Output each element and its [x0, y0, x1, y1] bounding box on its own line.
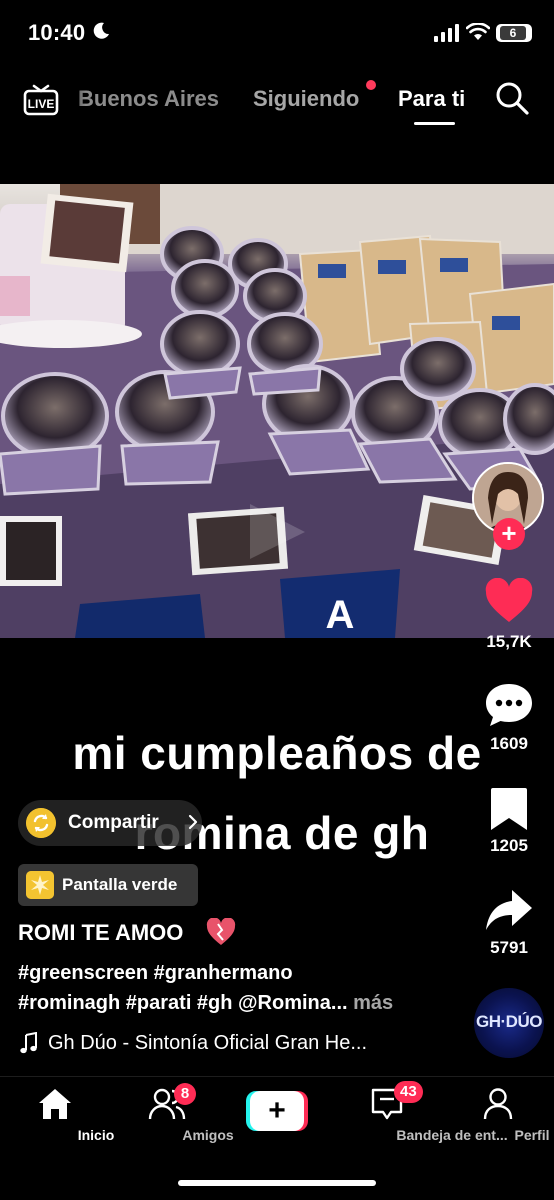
tab-location[interactable]: Buenos Aires	[62, 86, 230, 112]
tab-home[interactable]: Inicio	[14, 1077, 114, 1157]
comment-count: 1609	[490, 734, 528, 753]
bookmark-count: 1205	[490, 836, 528, 855]
create-button[interactable]: +	[246, 1091, 308, 1131]
refresh-share-icon	[26, 808, 56, 838]
heart-emoji-icon	[206, 918, 236, 945]
live-icon[interactable]: LIVE	[22, 80, 60, 118]
profile-icon	[483, 1088, 513, 1120]
video-frame: A	[0, 184, 554, 638]
tab-friends-label: Amigos	[182, 1127, 234, 1143]
tab-inbox[interactable]: 43 Bandeja de ent...	[322, 1077, 508, 1157]
search-icon[interactable]	[494, 80, 530, 116]
share-pill-label: Compartir	[68, 812, 159, 833]
tab-following[interactable]: Siguiendo	[253, 86, 359, 112]
friends-badge: 8	[174, 1083, 196, 1105]
home-indicator	[178, 1180, 376, 1186]
music-disc-label: GH·DÚO	[476, 1012, 542, 1031]
plus-icon: +	[250, 1091, 304, 1131]
hashtags-line-1[interactable]: #greenscreen #granhermano	[18, 962, 293, 985]
signal-icon	[434, 24, 459, 42]
svg-text:A: A	[326, 593, 355, 637]
chevron-right-icon	[188, 814, 198, 830]
svg-text:LIVE: LIVE	[28, 97, 55, 111]
moon-icon	[93, 22, 109, 39]
tab-for-you[interactable]: Para ti	[398, 86, 465, 112]
music-disc[interactable]: GH·DÚO	[474, 988, 544, 1058]
like-icon[interactable]	[484, 578, 534, 624]
battery-icon: 6	[496, 24, 532, 42]
follow-button[interactable]: +	[493, 518, 525, 550]
status-bar: 10:40 6	[0, 0, 554, 66]
music-title[interactable]: Gh Dúo - Sintonía Oficial Gran He...	[48, 1032, 367, 1055]
more-link[interactable]: más	[353, 992, 393, 1014]
video-player[interactable]: A	[0, 184, 554, 638]
inbox-badge: 43	[394, 1081, 423, 1103]
active-tab-indicator	[414, 122, 455, 125]
top-nav: LIVE Buenos Aires Siguiendo Para ti	[0, 70, 554, 130]
following-notification-dot	[366, 80, 376, 90]
like-count: 15,7K	[486, 632, 532, 651]
tab-profile-label: Perfil	[514, 1127, 550, 1143]
status-time: 10:40	[28, 20, 86, 45]
hashtags-text[interactable]: #rominagh #parati #gh @Romina...	[18, 992, 348, 1014]
effect-label: Pantalla verde	[62, 875, 178, 894]
effect-tag[interactable]: Pantalla verde	[18, 864, 198, 906]
share-count: 5791	[490, 938, 528, 957]
share-icon[interactable]	[484, 888, 534, 934]
hashtags-line-2[interactable]: #rominagh #parati #gh @Romina... más	[18, 992, 393, 1015]
battery-level: 6	[500, 26, 526, 40]
share-suggestion-pill[interactable]: Compartir	[18, 800, 202, 846]
wifi-icon	[466, 23, 490, 40]
green-screen-effect-icon	[26, 871, 54, 899]
tab-profile[interactable]: Perfil	[464, 1077, 550, 1157]
comment-icon[interactable]	[484, 682, 534, 728]
tab-friends[interactable]: 8 Amigos	[124, 1077, 234, 1157]
music-note-icon	[20, 1032, 37, 1054]
home-icon	[39, 1089, 71, 1119]
caption-title[interactable]: ROMI TE AMOO	[18, 920, 183, 946]
bookmark-icon[interactable]	[484, 786, 534, 832]
